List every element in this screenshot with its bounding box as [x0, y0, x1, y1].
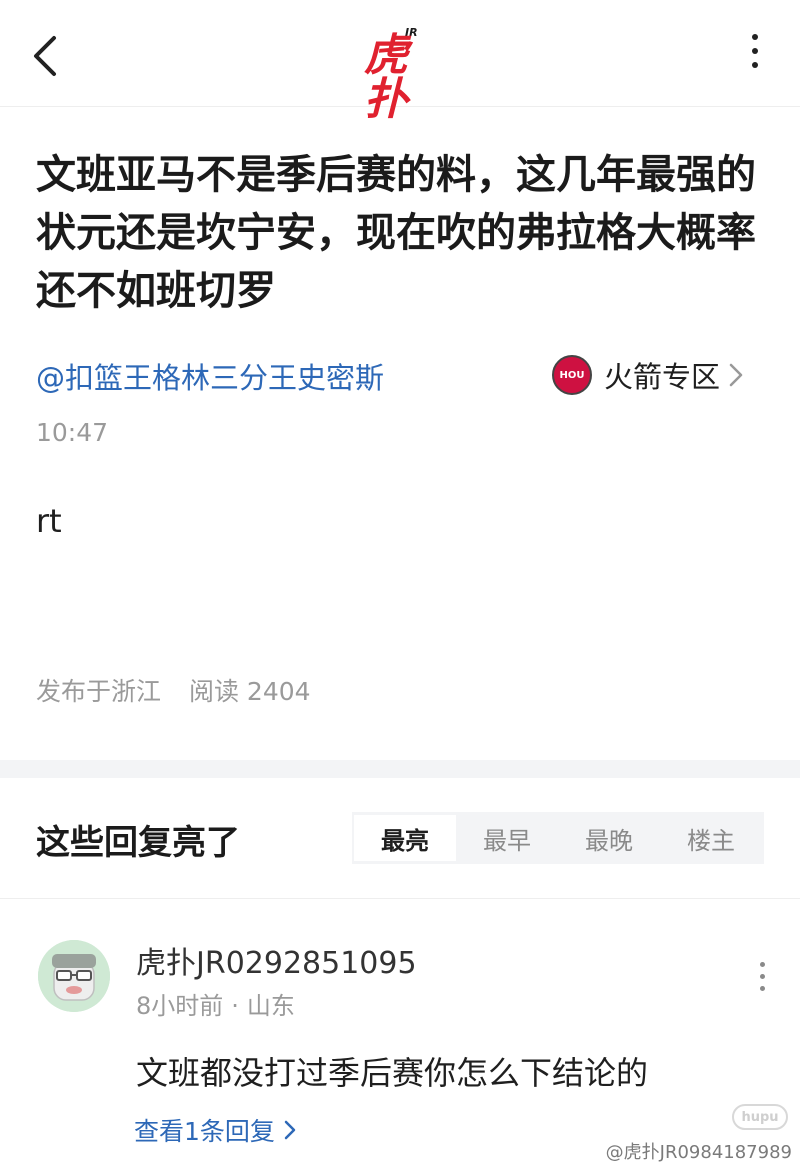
- reply-username[interactable]: 虎扑JR0292851095: [136, 938, 417, 982]
- divider-line: [0, 898, 800, 899]
- more-options-button[interactable]: [740, 34, 770, 78]
- view-replies-label: 查看1条回复: [134, 1117, 275, 1146]
- post-meta: 发布于浙江 阅读 2404: [36, 672, 311, 708]
- reply-meta: 8小时前 · 山东: [136, 986, 295, 1021]
- reply-location: 山东: [246, 992, 295, 1020]
- avatar-image: [38, 940, 110, 1012]
- top-bar: JR 虎扑: [0, 0, 800, 122]
- rockets-logo-icon: HOU: [552, 355, 592, 395]
- chevron-left-icon: [34, 36, 56, 76]
- post-location: 发布于浙江: [36, 677, 162, 706]
- post-body: rt: [36, 502, 62, 540]
- section-divider: [0, 760, 800, 778]
- vertical-ellipsis-icon: [740, 34, 770, 68]
- reply-more-button[interactable]: [752, 962, 772, 998]
- meta-separator: ·: [231, 992, 239, 1020]
- reply-text: 文班都没打过季后赛你怎么下结论的: [136, 1054, 649, 1092]
- zone-link[interactable]: HOU 火箭专区: [552, 353, 744, 397]
- logo-mark: 虎扑: [364, 30, 408, 125]
- replies-heading: 这些回复亮了: [36, 823, 240, 863]
- view-replies-link[interactable]: 查看1条回复: [134, 1112, 297, 1148]
- zone-label: 火箭专区: [604, 360, 721, 394]
- chevron-right-icon: [729, 363, 743, 387]
- watermark-logo: hupu: [732, 1104, 788, 1130]
- post-read-count: 阅读 2404: [188, 677, 311, 706]
- hupu-logo: JR 虎扑: [362, 20, 438, 122]
- tab-op-only[interactable]: 楼主: [660, 815, 762, 861]
- vertical-ellipsis-icon: [752, 962, 772, 991]
- avatar[interactable]: [38, 940, 110, 1012]
- reply-time: 8小时前: [136, 992, 224, 1020]
- tab-latest[interactable]: 最晚: [558, 815, 660, 861]
- watermark-text: @虎扑JR0984187989: [605, 1142, 792, 1163]
- chevron-right-icon: [284, 1120, 296, 1140]
- tab-earliest[interactable]: 最早: [456, 815, 558, 861]
- sort-tabs: 最亮 最早 最晚 楼主: [352, 812, 764, 864]
- post-title: 文班亚马不是季后赛的料，这几年最强的状元还是坎宁安，现在吹的弗拉格大概率还不如班…: [36, 152, 756, 314]
- post-time: 10:47: [36, 418, 109, 447]
- back-button[interactable]: [22, 30, 72, 80]
- tab-brightest[interactable]: 最亮: [354, 815, 456, 861]
- post-author[interactable]: @扣篮王格林三分王史密斯: [36, 355, 384, 397]
